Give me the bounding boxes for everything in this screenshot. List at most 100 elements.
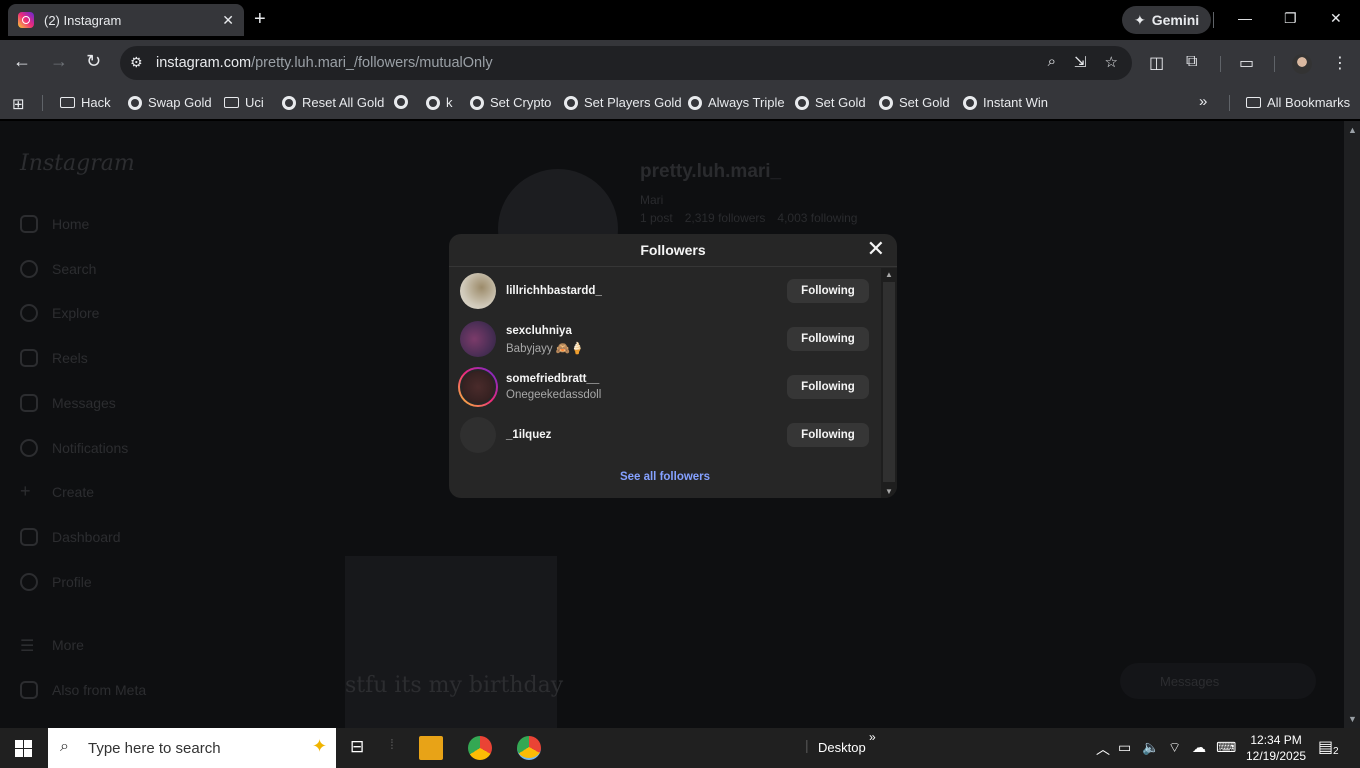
nav-home[interactable]: Home bbox=[20, 215, 89, 233]
reload-icon[interactable]: ↻ bbox=[86, 51, 101, 72]
task-view-icon[interactable]: ⊟ bbox=[350, 737, 364, 757]
follower-username[interactable]: _1ilquez bbox=[506, 429, 551, 441]
reading-mode-icon[interactable]: ◫ bbox=[1149, 53, 1164, 73]
follower-username[interactable]: sexcluhniya bbox=[506, 325, 572, 337]
following-button[interactable]: Following bbox=[787, 375, 869, 399]
bookmark-set-players-gold[interactable]: Set Players Gold bbox=[564, 95, 682, 110]
reels-icon bbox=[20, 349, 38, 367]
globe-icon bbox=[564, 95, 578, 110]
bookmark-star-icon[interactable]: ☆ bbox=[1105, 53, 1118, 71]
followers-count[interactable]: 2,319 followers bbox=[685, 211, 766, 225]
bookmark-unnamed[interactable] bbox=[394, 95, 414, 109]
nav-messages[interactable]: Messages bbox=[20, 394, 116, 412]
toolbar-overflow-icon[interactable]: » bbox=[869, 730, 876, 744]
scroll-up-icon[interactable]: ▲ bbox=[885, 270, 893, 279]
tab-close-icon[interactable]: ✕ bbox=[222, 12, 234, 29]
nav-reels[interactable]: Reels bbox=[20, 349, 88, 367]
chrome-active-icon[interactable] bbox=[517, 736, 541, 760]
site-info-icon[interactable]: ⚙ bbox=[130, 54, 143, 71]
following-button[interactable]: Following bbox=[787, 279, 869, 303]
windows-start-icon[interactable] bbox=[15, 740, 32, 757]
tab-instagram[interactable]: (2) Instagram ✕ bbox=[8, 4, 244, 36]
bookmark-instant-win[interactable]: Instant Win bbox=[963, 95, 1048, 110]
forward-arrow-icon[interactable]: → bbox=[50, 51, 68, 72]
windows-taskbar: ⌕ Type here to search ✦ ⊟ ⁞ | Desktop » … bbox=[0, 728, 1360, 768]
new-tab-button[interactable]: + bbox=[254, 8, 266, 30]
apps-grid-icon[interactable]: ⊞ bbox=[12, 95, 25, 113]
bookmark-always-triple[interactable]: Always Triple bbox=[688, 95, 785, 110]
hamburger-icon: ☰ bbox=[20, 638, 35, 655]
scroll-up-icon[interactable]: ▲ bbox=[1348, 125, 1357, 135]
avatar[interactable] bbox=[460, 321, 496, 357]
page-scrollbar[interactable]: ▲ ▼ bbox=[1344, 121, 1360, 728]
extensions-icon[interactable]: ⧉ bbox=[1186, 53, 1197, 71]
menu-dots-icon[interactable]: ⋮ bbox=[1332, 53, 1348, 73]
bookmarks-overflow-icon[interactable]: » bbox=[1199, 93, 1207, 110]
nav-dashboard[interactable]: Dashboard bbox=[20, 528, 121, 546]
post-thumbnail[interactable] bbox=[345, 556, 557, 728]
taskbar-search[interactable]: ⌕ Type here to search ✦ bbox=[48, 728, 336, 768]
nav-notifications[interactable]: Notifications bbox=[20, 439, 128, 457]
bookmark-hack[interactable]: Hack bbox=[60, 95, 111, 110]
battery-icon[interactable]: ▭ bbox=[1118, 739, 1131, 756]
nav-also-from-meta[interactable]: Also from Meta bbox=[20, 681, 146, 699]
clock-time: 12:34 PM bbox=[1250, 733, 1302, 747]
restore-icon[interactable]: ❐ bbox=[1284, 10, 1297, 27]
avatar[interactable] bbox=[460, 417, 496, 453]
bookmark-set-gold[interactable]: Set Gold bbox=[795, 95, 866, 110]
desktop-toolbar-label[interactable]: Desktop bbox=[818, 740, 866, 755]
scroll-down-icon[interactable]: ▼ bbox=[885, 487, 893, 496]
nav-explore[interactable]: Explore bbox=[20, 304, 99, 322]
volume-icon[interactable]: 🔈 bbox=[1142, 739, 1159, 756]
follower-username[interactable]: somefriedbratt__ bbox=[506, 373, 599, 385]
zoom-icon[interactable]: ⌕ bbox=[1048, 53, 1056, 71]
list-item[interactable]: somefriedbratt__ Onegeekedassdoll Follow… bbox=[449, 364, 881, 412]
globe-icon bbox=[282, 95, 296, 110]
list-item[interactable]: _1ilquez Following bbox=[449, 412, 881, 460]
following-button[interactable]: Following bbox=[787, 327, 869, 351]
nav-profile[interactable]: Profile bbox=[20, 573, 92, 591]
side-panel-icon[interactable]: ▭ bbox=[1239, 53, 1254, 73]
wifi-icon[interactable]: ⌔ bbox=[1168, 739, 1181, 757]
bookmark-swap-gold[interactable]: Swap Gold bbox=[128, 95, 212, 110]
modal-scrollbar[interactable]: ▲ ▼ bbox=[881, 268, 897, 498]
follower-username[interactable]: lillrichhbastardd_ bbox=[506, 285, 602, 297]
following-button[interactable]: Following bbox=[787, 423, 869, 447]
keyboard-icon[interactable]: ⌨ bbox=[1216, 739, 1236, 756]
file-explorer-icon[interactable] bbox=[419, 736, 443, 760]
nav-more[interactable]: ☰ More bbox=[20, 636, 84, 655]
scroll-thumb[interactable] bbox=[883, 282, 895, 482]
profile-avatar[interactable] bbox=[1292, 54, 1312, 74]
bookmark-set-gold-2[interactable]: Set Gold bbox=[879, 95, 950, 110]
scroll-down-icon[interactable]: ▼ bbox=[1348, 714, 1357, 724]
address-bar[interactable]: ⚙ instagram.com/pretty.luh.mari_/followe… bbox=[120, 46, 1132, 80]
instagram-logo[interactable]: Instagram bbox=[20, 151, 135, 176]
system-clock[interactable]: 12:34 PM 12/19/2025 bbox=[1246, 732, 1306, 764]
window-close-icon[interactable]: ✕ bbox=[1330, 10, 1342, 27]
avatar[interactable] bbox=[460, 273, 496, 309]
avatar-story-ring[interactable] bbox=[458, 367, 498, 407]
bookmark-k[interactable]: k bbox=[426, 95, 453, 110]
chrome-icon[interactable] bbox=[468, 736, 492, 760]
cloud-off-icon[interactable]: ☁ bbox=[1192, 739, 1206, 756]
profile-name: Mari bbox=[640, 193, 664, 207]
list-item[interactable]: lillrichhbastardd_ Following bbox=[449, 268, 881, 316]
following-count[interactable]: 4,003 following bbox=[777, 211, 857, 225]
back-arrow-icon[interactable]: ← bbox=[13, 51, 31, 72]
bookmark-set-crypto[interactable]: Set Crypto bbox=[470, 95, 551, 110]
see-all-followers-link[interactable]: See all followers bbox=[449, 471, 881, 483]
minimize-icon[interactable]: — bbox=[1238, 10, 1252, 26]
nav-search[interactable]: Search bbox=[20, 260, 96, 278]
bookmark-reset-all-gold[interactable]: Reset All Gold bbox=[282, 95, 384, 110]
nav-create[interactable]: + Create bbox=[20, 482, 94, 501]
list-item[interactable]: sexcluhniya Babyjayy 🙈🍦 Following bbox=[449, 316, 881, 364]
gemini-button[interactable]: ✦ Gemini bbox=[1122, 6, 1212, 34]
notification-center-icon[interactable]: ▤ bbox=[1318, 737, 1333, 757]
close-icon[interactable]: ✕ bbox=[867, 238, 885, 260]
chevron-up-icon[interactable]: ︿ bbox=[1096, 739, 1110, 759]
bookmark-uci[interactable]: Uci bbox=[224, 95, 264, 110]
install-app-icon[interactable]: ⇲ bbox=[1074, 53, 1087, 71]
messages-pill[interactable]: Messages bbox=[1120, 663, 1316, 699]
all-bookmarks[interactable]: All Bookmarks bbox=[1246, 95, 1350, 110]
search-placeholder: Type here to search bbox=[88, 739, 221, 757]
